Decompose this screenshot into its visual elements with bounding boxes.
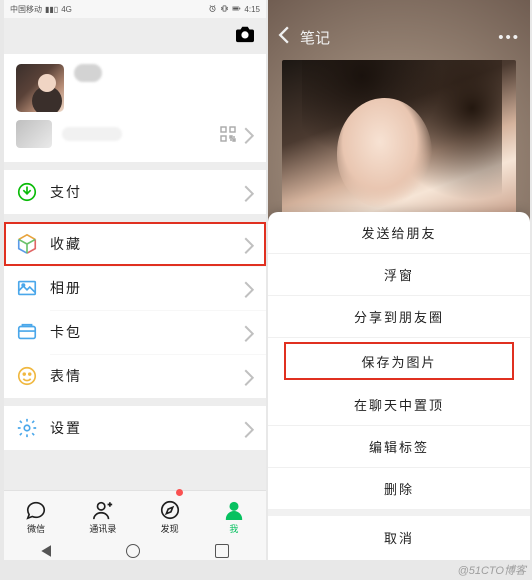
nav-back-icon[interactable] <box>41 545 51 557</box>
nav-recent-icon[interactable] <box>215 544 229 558</box>
action-save-image[interactable]: 保存为图片 <box>282 340 516 382</box>
nav-home-icon[interactable] <box>126 544 140 558</box>
menu-stickers-label: 表情 <box>50 366 82 386</box>
action-cancel[interactable]: 取消 <box>268 516 530 558</box>
favorites-icon <box>16 233 38 255</box>
tab-me-label: 我 <box>229 522 238 535</box>
stickers-icon <box>16 365 38 387</box>
menu-favorites[interactable]: 收藏 <box>4 222 266 266</box>
camera-icon[interactable] <box>234 25 256 48</box>
profile-card[interactable] <box>4 54 266 162</box>
tab-chat-label: 微信 <box>27 522 45 535</box>
pay-icon <box>16 181 38 203</box>
camera-row <box>4 18 266 54</box>
android-nav-bar <box>4 542 266 560</box>
chevron-right-icon <box>244 325 254 339</box>
menu-album-label: 相册 <box>50 278 82 298</box>
settings-icon <box>16 417 38 439</box>
alarm-icon <box>208 4 217 15</box>
chevron-right-icon <box>244 421 254 435</box>
wechat-id-blurred <box>62 127 122 141</box>
menu-pay[interactable]: 支付 <box>4 170 266 214</box>
tab-contacts-label: 通讯录 <box>89 522 116 535</box>
signal-icon: ▮▮▯ <box>45 5 58 14</box>
action-sheet: 发送给朋友 浮窗 分享到朋友圈 保存为图片 在聊天中置顶 编辑标签 删除 取消 <box>268 212 530 560</box>
menu-album[interactable]: 相册 <box>4 266 266 310</box>
phone-right: 中国移动 ▮▮▯ 4G 4:15 笔记 ••• 发送给朋友 浮窗 分享到朋友圈 … <box>268 0 530 560</box>
network-label: 4G <box>61 5 72 14</box>
chevron-right-icon <box>244 281 254 295</box>
note-image[interactable] <box>282 60 516 220</box>
menu-settings[interactable]: 设置 <box>4 406 266 450</box>
qr-code-icon[interactable] <box>220 126 236 142</box>
menu-stickers[interactable]: 表情 <box>4 354 266 398</box>
watermark: @51CTO博客 <box>458 562 526 578</box>
more-icon[interactable]: ••• <box>498 29 520 46</box>
action-pin-chat[interactable]: 在聊天中置顶 <box>268 384 530 426</box>
tab-chat[interactable]: 微信 <box>25 499 47 535</box>
cards-icon <box>16 321 38 343</box>
badge-dot <box>176 489 183 496</box>
action-float-window[interactable]: 浮窗 <box>268 254 530 296</box>
tab-discover-label: 发现 <box>161 522 179 535</box>
status-bar: 中国移动 ▮▮▯ 4G 4:15 <box>4 0 266 18</box>
tab-contacts[interactable]: 通讯录 <box>89 499 116 535</box>
menu-pay-label: 支付 <box>50 182 82 202</box>
album-icon <box>16 277 38 299</box>
chevron-right-icon <box>244 185 254 199</box>
menu-favorites-label: 收藏 <box>50 234 82 254</box>
back-icon[interactable] <box>278 26 290 48</box>
carrier-label: 中国移动 <box>10 4 42 15</box>
chevron-right-icon <box>244 237 254 251</box>
menu-cards-label: 卡包 <box>50 322 82 342</box>
action-edit-tags[interactable]: 编辑标签 <box>268 426 530 468</box>
avatar[interactable] <box>16 64 64 112</box>
action-share-moments[interactable]: 分享到朋友圈 <box>268 296 530 338</box>
action-delete[interactable]: 删除 <box>268 468 530 510</box>
tab-discover[interactable]: 发现 <box>159 499 181 535</box>
chevron-right-icon <box>244 369 254 383</box>
tab-me[interactable]: 我 <box>223 499 245 535</box>
action-send-friend[interactable]: 发送给朋友 <box>268 212 530 254</box>
vibrate-icon <box>220 4 229 15</box>
note-title: 笔记 <box>300 27 330 48</box>
menu-cards[interactable]: 卡包 <box>4 310 266 354</box>
time-label: 4:15 <box>244 5 260 14</box>
phone-left: 中国移动 ▮▮▯ 4G 4:15 <box>4 0 266 560</box>
nickname-blurred <box>74 64 102 82</box>
bottom-tabbar: 微信 通讯录 发现 我 <box>4 490 266 542</box>
chevron-right-icon <box>244 127 254 141</box>
profile-thumb <box>16 120 52 148</box>
note-header: 笔记 ••• <box>268 18 530 56</box>
menu-settings-label: 设置 <box>50 418 82 438</box>
battery-icon <box>232 4 241 15</box>
